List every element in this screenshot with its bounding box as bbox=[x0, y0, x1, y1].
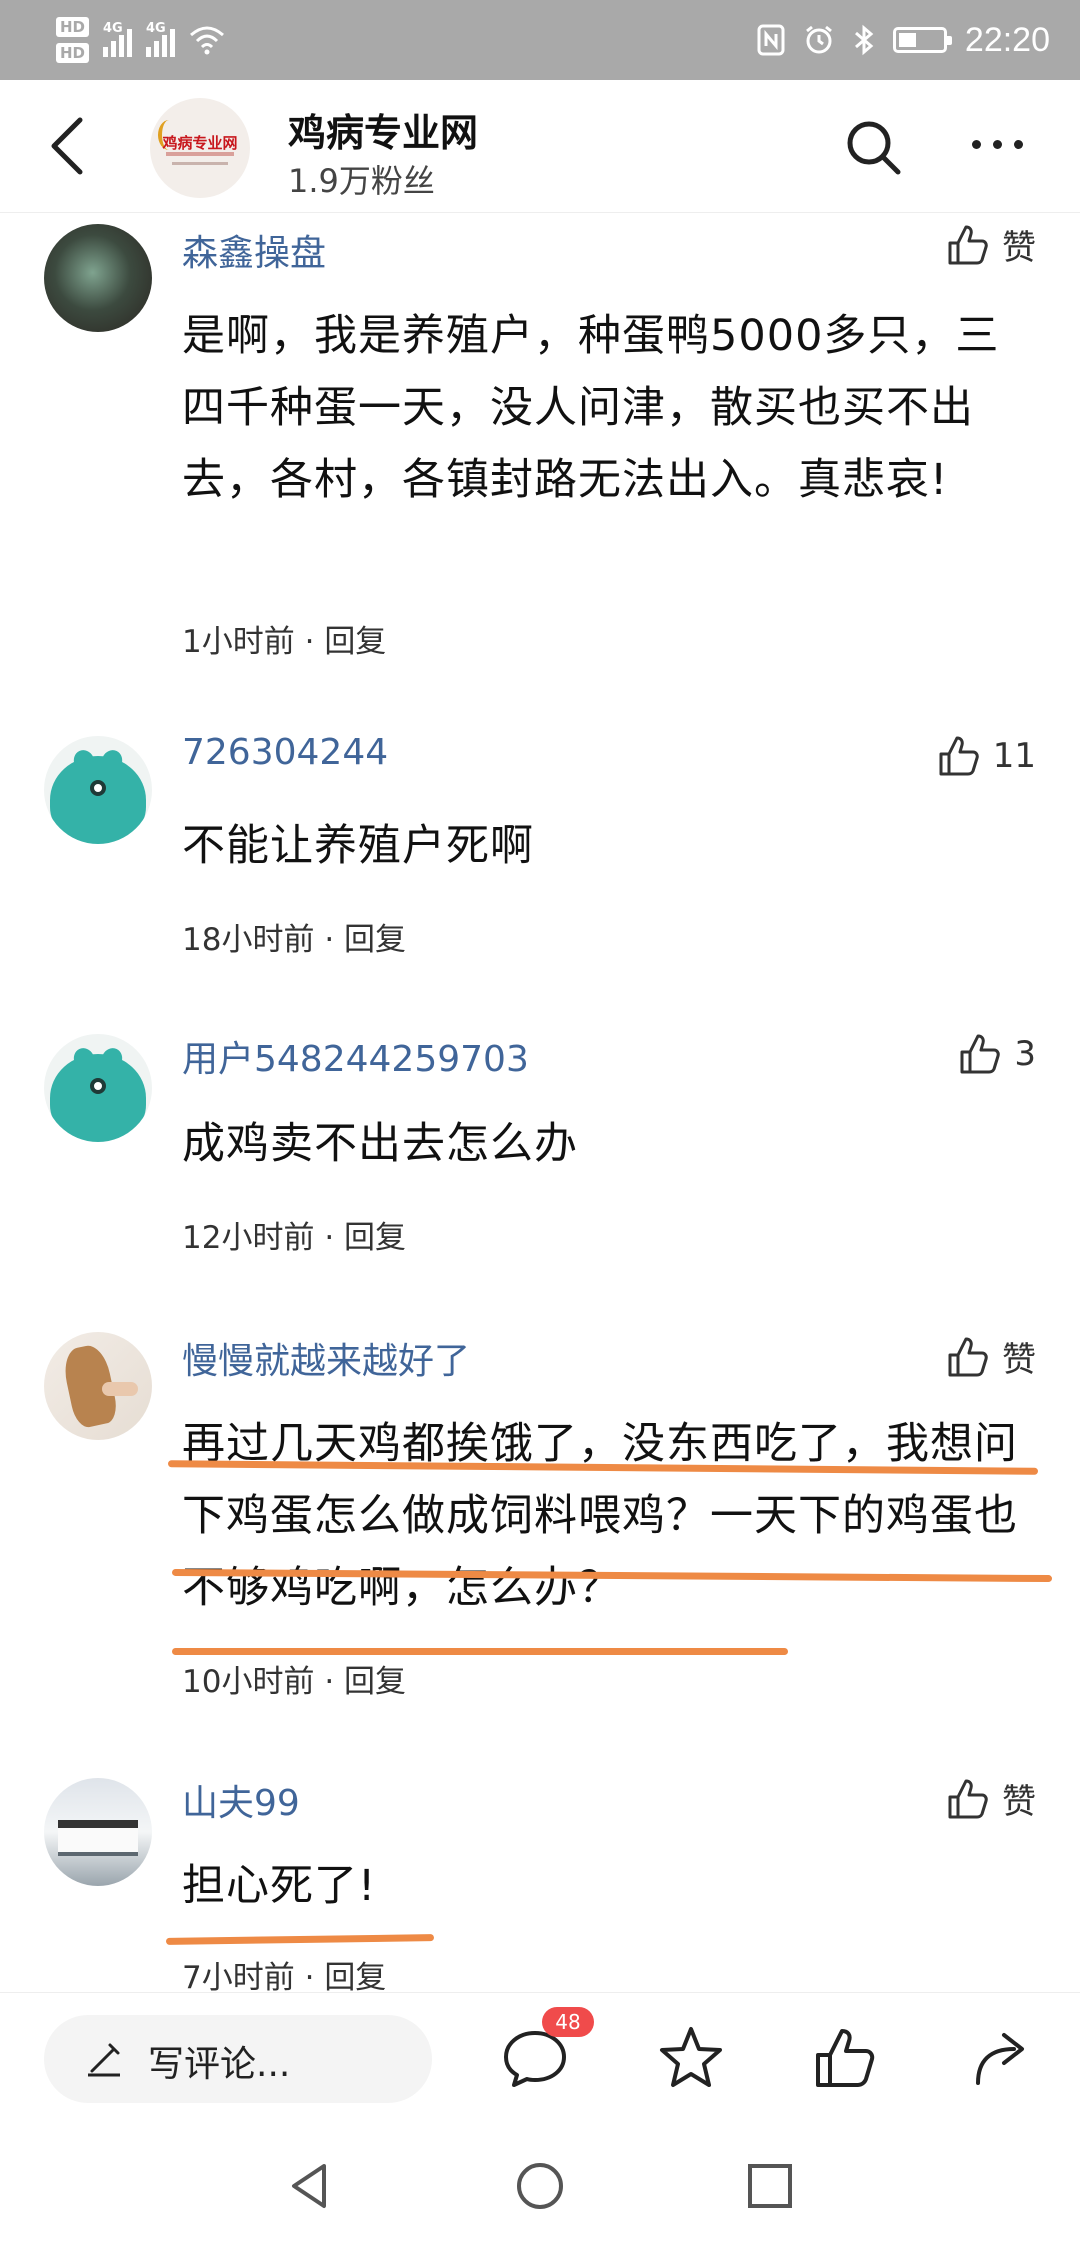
comment-time: 12小时前 bbox=[182, 1220, 315, 1256]
user-avatar[interactable] bbox=[44, 736, 152, 844]
search-icon[interactable] bbox=[842, 116, 904, 178]
system-navigation-bar bbox=[0, 2124, 1080, 2244]
write-comment-placeholder: 写评论... bbox=[148, 2044, 291, 2085]
comment-time: 18小时前 bbox=[182, 922, 315, 958]
comment-item: 森鑫操盘 赞 是啊，我是养殖户，种蛋鸭5000多只，三四千种蛋一天，没人问津，散… bbox=[0, 212, 1080, 682]
highlight-underline bbox=[172, 1648, 788, 1655]
thumbs-up-icon bbox=[960, 1034, 1001, 1074]
signal-icon: 4G bbox=[146, 21, 176, 57]
comment-item: 慢慢就越来越好了 赞 再过几天鸡都挨饿了，没东西吃了，我想问下鸡蛋怎么做成饲料喂… bbox=[0, 1316, 1080, 1716]
comment-username[interactable]: 慢慢就越来越好了 bbox=[182, 1332, 470, 1384]
user-avatar[interactable] bbox=[44, 1332, 152, 1440]
pen-icon bbox=[88, 2043, 120, 2077]
comment-username[interactable]: 726304244 bbox=[182, 732, 388, 773]
back-arrow-icon[interactable] bbox=[44, 114, 94, 178]
comment-item: 山夫99 赞 担心死了! 7小时前 · 回复 bbox=[0, 1760, 1080, 1996]
reply-link[interactable]: 回复 bbox=[344, 1664, 406, 1700]
reply-link[interactable]: 回复 bbox=[324, 624, 386, 660]
nav-home-icon[interactable] bbox=[514, 2160, 566, 2212]
network-type-label: 4G bbox=[103, 21, 123, 36]
comment-text: 成鸡卖不出去怎么办 bbox=[182, 1119, 578, 1169]
sim2-hd-badge: HD bbox=[56, 43, 90, 63]
comment-text: 再过几天鸡都挨饿了，没东西吃了，我想问下鸡蛋怎么做成饲料喂鸡？一天下的鸡蛋也不够… bbox=[182, 1419, 1018, 1613]
comment-time: 1小时前 bbox=[182, 624, 295, 660]
comment-meta: 18小时前 · 回复 bbox=[182, 914, 406, 959]
meta-separator: · bbox=[304, 1960, 315, 1996]
like-button[interactable]: 11 bbox=[935, 732, 1036, 780]
meta-separator: · bbox=[304, 624, 315, 660]
like-count: 3 bbox=[1014, 1034, 1036, 1074]
fans-count: 1.9万粉丝 bbox=[288, 162, 435, 200]
comment-item: 用户548244259703 3 成鸡卖不出去怎么办 12小时前 · 回复 bbox=[0, 1020, 1080, 1290]
user-avatar[interactable] bbox=[44, 224, 152, 332]
meta-separator: · bbox=[324, 1220, 335, 1256]
signal-icon: 4G bbox=[103, 21, 133, 57]
sim1-hd-badge: HD bbox=[56, 17, 90, 37]
nav-back-icon[interactable] bbox=[284, 2160, 336, 2212]
meta-separator: · bbox=[324, 922, 335, 958]
comment-meta: 12小时前 · 回复 bbox=[182, 1212, 406, 1257]
thumbs-up-icon bbox=[948, 1337, 988, 1376]
like-button[interactable]: 3 bbox=[956, 1030, 1036, 1078]
nfc-icon bbox=[757, 24, 785, 56]
like-label: 赞 bbox=[1002, 1340, 1036, 1380]
logo-text: 鸡病专业网 bbox=[162, 134, 238, 152]
comment-text: 担心死了! bbox=[182, 1861, 377, 1911]
thumbs-up-icon bbox=[948, 225, 988, 264]
comment-username[interactable]: 山夫99 bbox=[182, 1774, 300, 1826]
reply-link[interactable]: 回复 bbox=[344, 922, 406, 958]
comment-count-badge: 48 bbox=[542, 2007, 594, 2037]
bluetooth-icon bbox=[854, 24, 874, 56]
user-avatar[interactable] bbox=[44, 1034, 152, 1142]
like-button[interactable]: 赞 bbox=[944, 220, 1036, 269]
share-arrow-icon[interactable] bbox=[968, 2023, 1038, 2093]
comment-time: 7小时前 bbox=[182, 1960, 295, 1996]
comment-meta: 7小时前 · 回复 bbox=[182, 1952, 386, 1997]
status-bar: HD HD 4G 4G 22:20 bbox=[0, 0, 1080, 80]
thumbs-up-icon[interactable] bbox=[810, 2023, 880, 2093]
wifi-icon bbox=[190, 26, 225, 55]
user-avatar[interactable] bbox=[44, 1778, 152, 1886]
write-comment-input[interactable]: 写评论... bbox=[44, 2015, 432, 2103]
bottom-action-bar: 写评论... 48 bbox=[0, 1992, 1080, 2125]
comment-time: 10小时前 bbox=[182, 1664, 315, 1700]
like-label: 赞 bbox=[1002, 1782, 1036, 1822]
article-header: 鸡病专业网 鸡病专业网 1.9万粉丝 bbox=[0, 80, 1080, 213]
nav-recents-icon[interactable] bbox=[744, 2160, 796, 2212]
comment-item: 726304244 11 不能让养殖户死啊 18小时前 · 回复 bbox=[0, 722, 1080, 992]
battery-icon bbox=[892, 27, 952, 53]
thumbs-up-icon bbox=[939, 736, 979, 776]
like-count: 11 bbox=[992, 736, 1036, 776]
network-type-label: 4G bbox=[146, 21, 166, 36]
thumbs-up-icon bbox=[948, 1779, 988, 1818]
status-time: 22:20 bbox=[964, 20, 1050, 59]
like-button[interactable]: 赞 bbox=[944, 1332, 1036, 1381]
account-logo[interactable]: 鸡病专业网 bbox=[150, 98, 250, 198]
account-name[interactable]: 鸡病专业网 bbox=[288, 102, 478, 157]
like-label: 赞 bbox=[1002, 228, 1036, 268]
alarm-icon bbox=[805, 25, 832, 54]
comment-meta: 10小时前 · 回复 bbox=[182, 1656, 406, 1701]
comment-username[interactable]: 用户548244259703 bbox=[182, 1030, 529, 1082]
more-options-icon[interactable] bbox=[972, 140, 1023, 149]
reply-link[interactable]: 回复 bbox=[324, 1960, 386, 1996]
comment-username[interactable]: 森鑫操盘 bbox=[182, 224, 326, 276]
reply-link[interactable]: 回复 bbox=[344, 1220, 406, 1256]
comment-meta: 1小时前 · 回复 bbox=[182, 616, 386, 661]
comment-text: 是啊，我是养殖户，种蛋鸭5000多只，三四千种蛋一天，没人问津，散买也买不出去，… bbox=[182, 311, 1000, 505]
comment-text: 不能让养殖户死啊 bbox=[182, 821, 534, 871]
like-button[interactable]: 赞 bbox=[944, 1774, 1036, 1823]
meta-separator: · bbox=[324, 1664, 335, 1700]
star-icon[interactable] bbox=[656, 2023, 726, 2093]
